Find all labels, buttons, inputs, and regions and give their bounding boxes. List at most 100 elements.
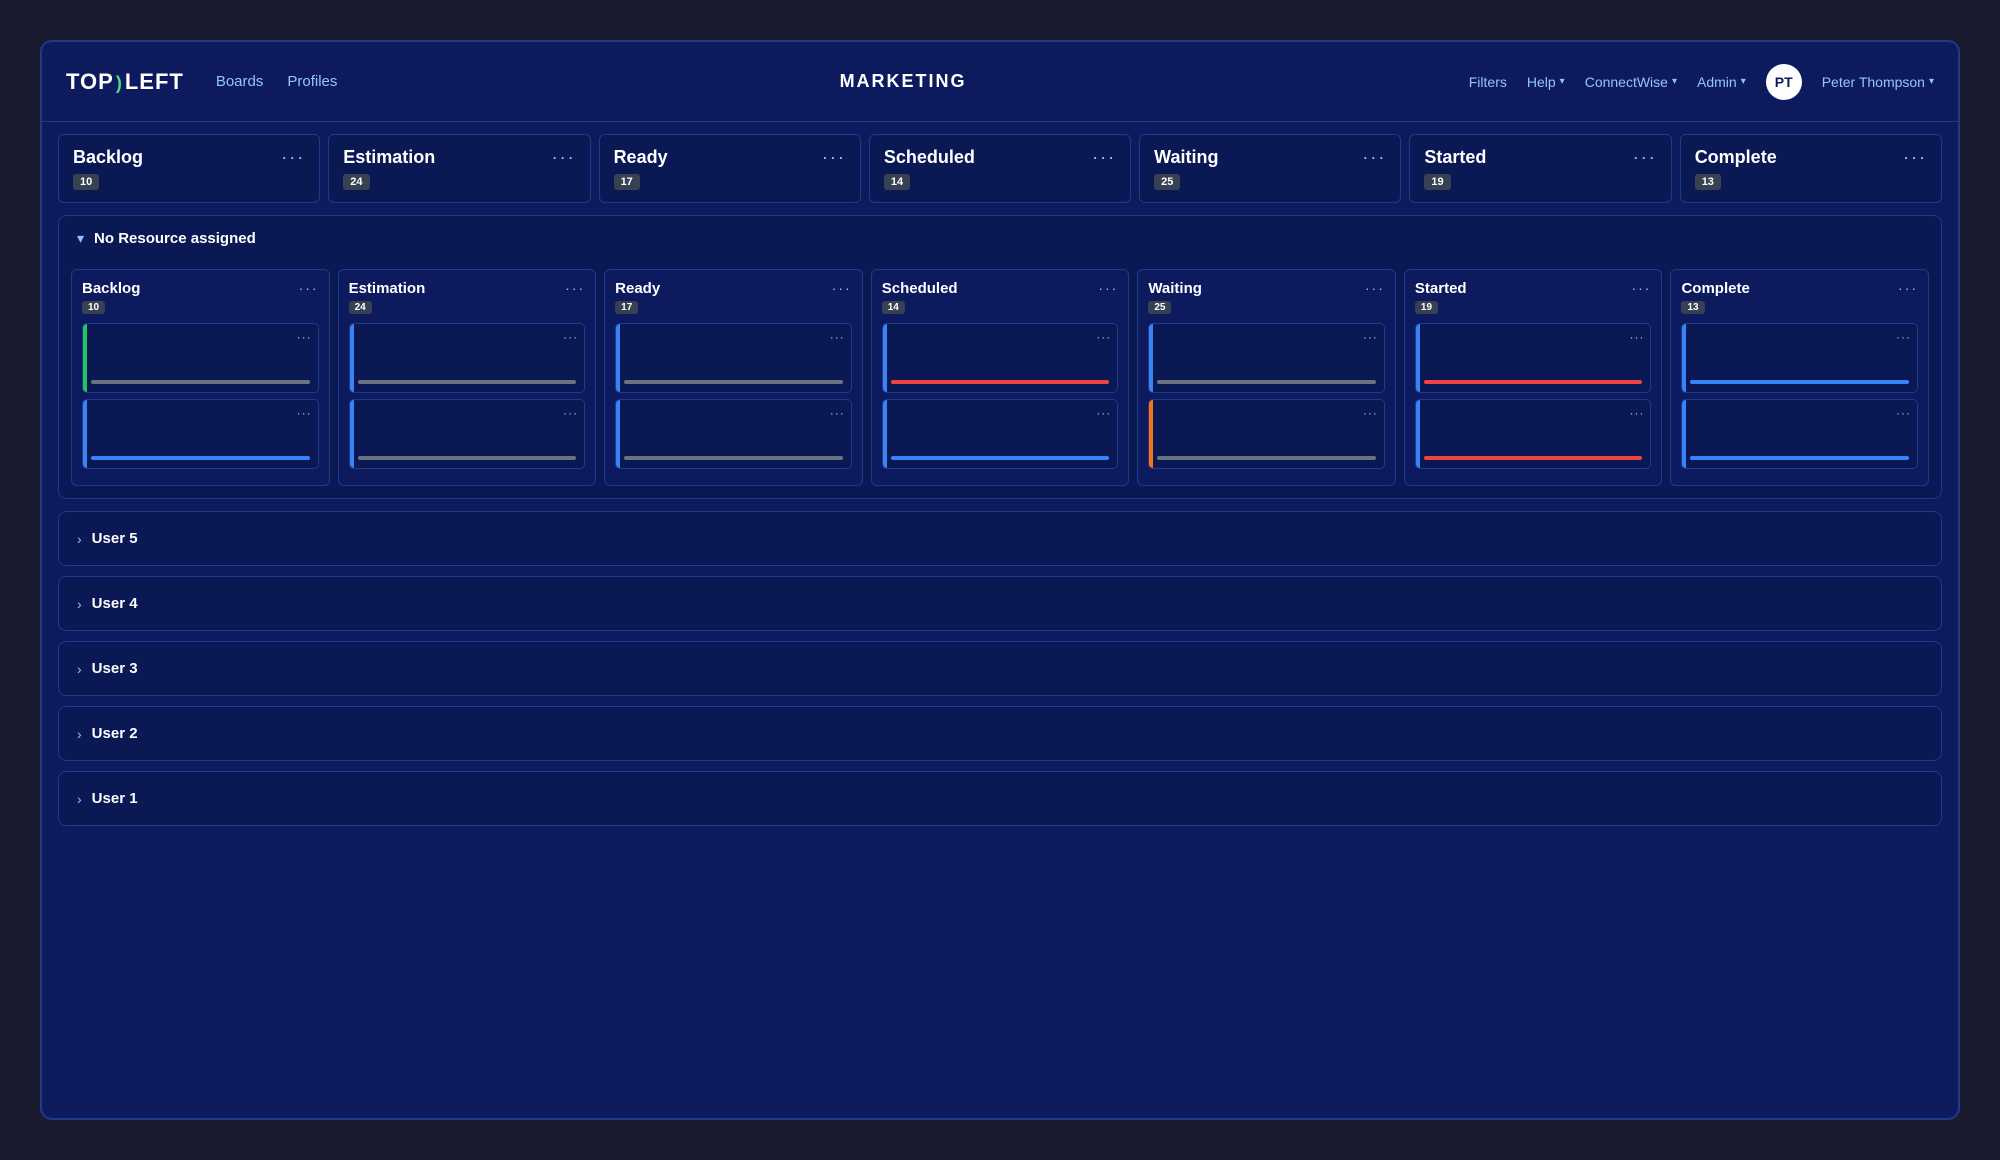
connectwise-button[interactable]: ConnectWise ▾	[1585, 74, 1677, 90]
card-menu-icon[interactable]: ···	[1363, 406, 1378, 420]
filters-button[interactable]: Filters	[1469, 74, 1507, 90]
card[interactable]: ···	[1415, 323, 1652, 393]
card-menu-icon[interactable]: ···	[1629, 330, 1644, 344]
card[interactable]: ···	[882, 323, 1119, 393]
board-col-menu-backlog[interactable]: ···	[299, 280, 319, 296]
card-menu-icon[interactable]: ···	[1629, 406, 1644, 420]
card-accent-icon	[616, 324, 620, 392]
card-menu-icon[interactable]: ···	[563, 330, 578, 344]
card-accent-icon	[350, 400, 354, 468]
board-col-menu-ready[interactable]: ···	[832, 280, 852, 296]
col-title-ready: Ready	[614, 147, 668, 168]
col-title-started: Started	[1424, 147, 1486, 168]
admin-chevron-icon: ▾	[1741, 76, 1746, 87]
card-accent-icon	[883, 324, 887, 392]
card-progress-bar	[891, 380, 1110, 384]
card-menu-icon[interactable]: ···	[830, 330, 845, 344]
user-row-header-2[interactable]: › User 3	[59, 642, 1941, 695]
col-count-started: 19	[1424, 174, 1450, 190]
col-header-scheduled: Scheduled ···	[884, 147, 1116, 168]
card-accent-icon	[616, 400, 620, 468]
board-col-menu-waiting[interactable]: ···	[1365, 280, 1385, 296]
board-col-menu-complete[interactable]: ···	[1898, 280, 1918, 296]
card-progress-bar	[1690, 380, 1909, 384]
card-menu-icon[interactable]: ···	[1896, 406, 1911, 420]
card[interactable]: ···	[349, 399, 586, 469]
card-progress-bar	[1424, 456, 1643, 460]
board-col-header-scheduled: Scheduled 14 ···	[882, 280, 1119, 315]
card-progress-bar	[1690, 456, 1909, 460]
board-col-complete: Complete 13 ··· ··· ···	[1670, 269, 1929, 486]
board-col-title-waiting: Waiting	[1148, 280, 1202, 297]
board-col-count-estimation: 24	[349, 301, 372, 314]
col-menu-backlog[interactable]: ···	[281, 147, 305, 168]
board-col-ready: Ready 17 ··· ··· ···	[604, 269, 863, 486]
user-name: Peter Thompson	[1822, 74, 1925, 90]
card[interactable]: ···	[615, 399, 852, 469]
card[interactable]: ···	[82, 399, 319, 469]
help-button[interactable]: Help ▾	[1527, 74, 1565, 90]
admin-button[interactable]: Admin ▾	[1697, 74, 1746, 90]
no-resource-group-header[interactable]: ▾ No Resource assigned	[59, 216, 1941, 261]
card[interactable]: ···	[1681, 399, 1918, 469]
user-expand-icon-0: ›	[77, 531, 82, 547]
card[interactable]: ···	[349, 323, 586, 393]
logo-text: TOP)LEFT	[66, 69, 184, 95]
board-col-header-complete: Complete 13 ···	[1681, 280, 1918, 315]
card-menu-icon[interactable]: ···	[1096, 406, 1111, 420]
card[interactable]: ···	[882, 399, 1119, 469]
col-title-backlog: Backlog	[73, 147, 143, 168]
col-menu-estimation[interactable]: ···	[552, 147, 576, 168]
col-menu-waiting[interactable]: ···	[1362, 147, 1386, 168]
col-menu-complete[interactable]: ···	[1903, 147, 1927, 168]
nav-profiles[interactable]: Profiles	[287, 73, 337, 90]
card-menu-icon[interactable]: ···	[297, 406, 312, 420]
board-col-count-started: 19	[1415, 301, 1438, 314]
user-row-header-1[interactable]: › User 4	[59, 577, 1941, 630]
user-menu[interactable]: Peter Thompson ▾	[1822, 74, 1934, 90]
col-menu-scheduled[interactable]: ···	[1092, 147, 1116, 168]
card-progress-bar	[1157, 380, 1376, 384]
board-col-header-ready: Ready 17 ···	[615, 280, 852, 315]
card[interactable]: ···	[1148, 399, 1385, 469]
card[interactable]: ···	[82, 323, 319, 393]
col-title-complete: Complete	[1695, 147, 1777, 168]
board-col-backlog: Backlog 10 ··· ··· ···	[71, 269, 330, 486]
board-col-menu-started[interactable]: ···	[1631, 280, 1651, 296]
board-col-menu-estimation[interactable]: ···	[565, 280, 585, 296]
user-row-header-3[interactable]: › User 2	[59, 707, 1941, 760]
board-col-title-ready: Ready	[615, 280, 660, 297]
col-menu-started[interactable]: ···	[1633, 147, 1657, 168]
card[interactable]: ···	[615, 323, 852, 393]
user-row-header-4[interactable]: › User 1	[59, 772, 1941, 825]
card[interactable]: ···	[1415, 399, 1652, 469]
board-content: ▾ No Resource assigned Backlog 10 ··· ··…	[42, 215, 1958, 852]
col-count-estimation: 24	[343, 174, 369, 190]
card[interactable]: ···	[1148, 323, 1385, 393]
card[interactable]: ···	[1681, 323, 1918, 393]
board-col-title-estimation: Estimation	[349, 280, 426, 297]
col-count-scheduled: 14	[884, 174, 910, 190]
card-accent-icon	[1416, 400, 1420, 468]
card-progress-bar	[1424, 380, 1643, 384]
card-menu-icon[interactable]: ···	[1096, 330, 1111, 344]
col-count-waiting: 25	[1154, 174, 1180, 190]
card-progress-bar	[891, 456, 1110, 460]
col-header-estimation: Estimation ···	[343, 147, 575, 168]
main-nav: Boards Profiles	[216, 73, 338, 90]
user-row-header-0[interactable]: › User 5	[59, 512, 1941, 565]
card-menu-icon[interactable]: ···	[1896, 330, 1911, 344]
user-expand-icon-3: ›	[77, 726, 82, 742]
col-menu-ready[interactable]: ···	[822, 147, 846, 168]
card-menu-icon[interactable]: ···	[297, 330, 312, 344]
card-menu-icon[interactable]: ···	[1363, 330, 1378, 344]
nav-boards[interactable]: Boards	[216, 73, 264, 90]
summary-col-started: Started ··· 19	[1409, 134, 1671, 203]
col-title-estimation: Estimation	[343, 147, 435, 168]
card-menu-icon[interactable]: ···	[563, 406, 578, 420]
board-col-menu-scheduled[interactable]: ···	[1098, 280, 1118, 296]
user-row-0: › User 5	[58, 511, 1942, 566]
card-progress-bar	[1157, 456, 1376, 460]
card-menu-icon[interactable]: ···	[830, 406, 845, 420]
card-progress-bar	[358, 456, 577, 460]
